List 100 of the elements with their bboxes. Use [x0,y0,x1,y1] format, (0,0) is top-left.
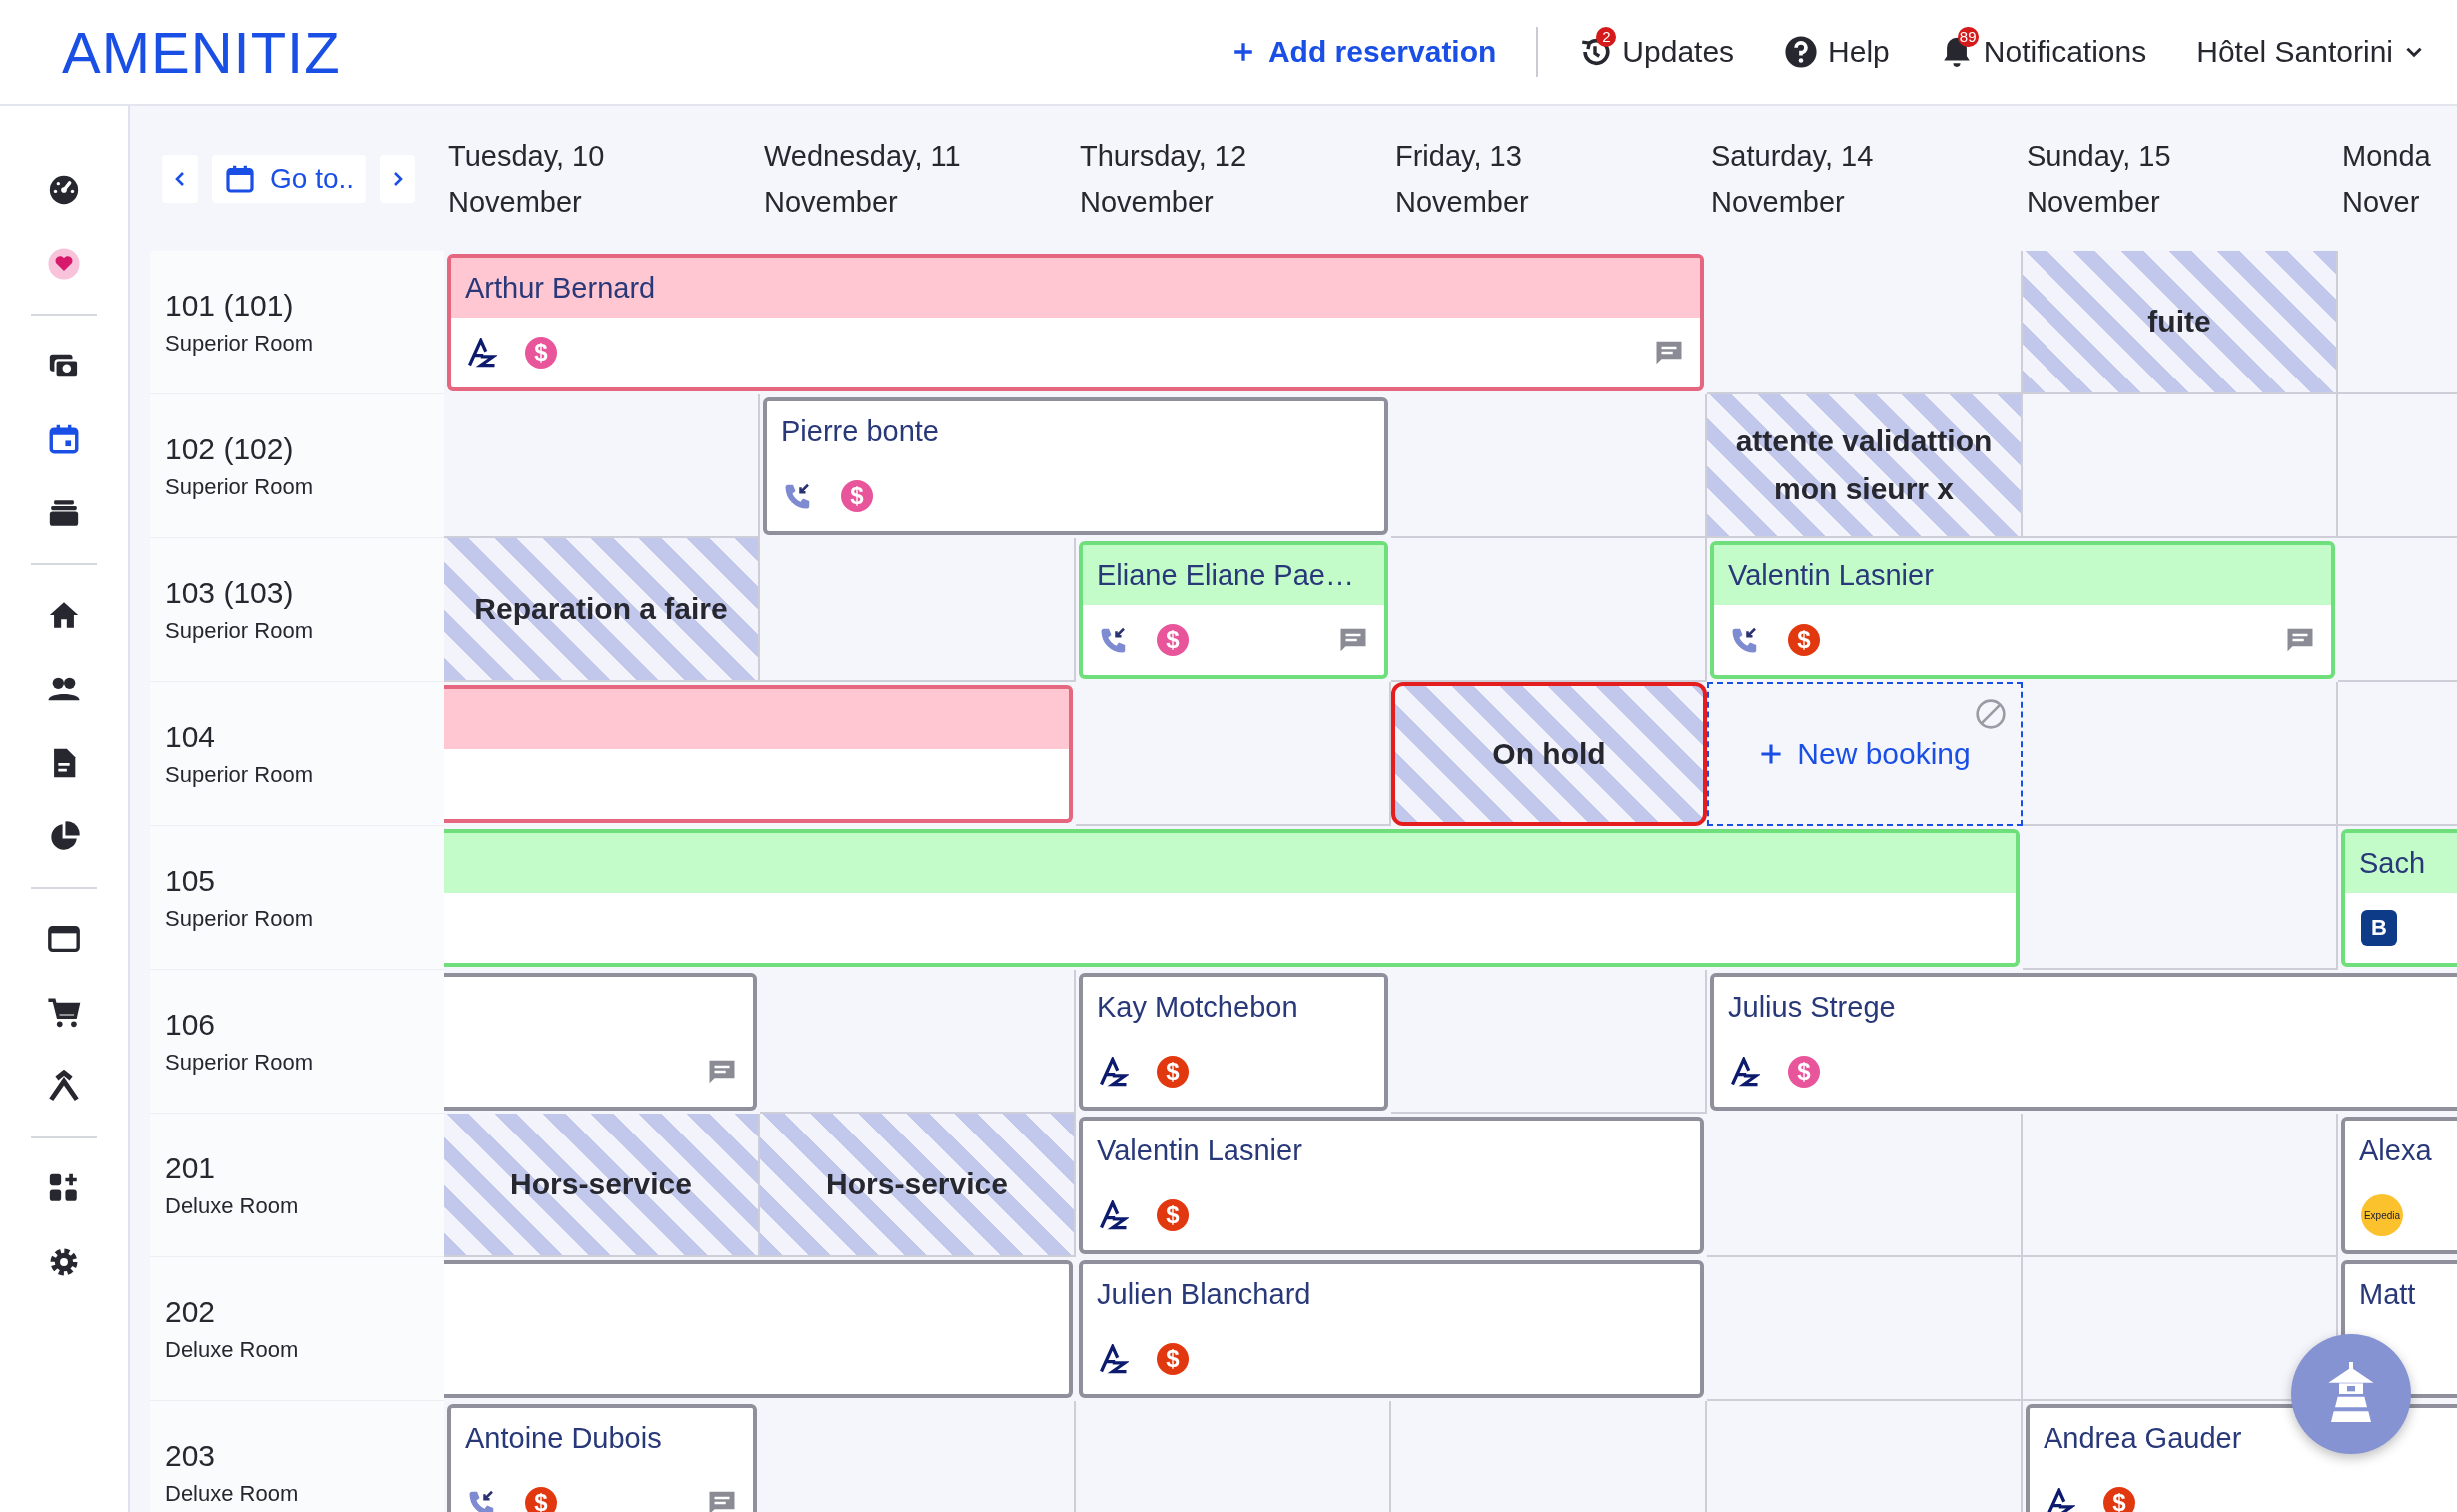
plus-icon [1231,41,1254,63]
booking-card[interactable]: Alexa Expedia [2341,1117,2457,1254]
help-button[interactable]: Help [1784,35,1890,69]
booking-card[interactable]: Kay Motchebon $ [1079,973,1388,1111]
booking-card[interactable]: Arthur Bernard $ [447,254,1704,391]
booking-card[interactable]: Valentin Lasnier $ [1710,541,2335,679]
booking-card[interactable]: Antoine Dubois $ [447,1404,757,1512]
room-name: 106 [165,1007,217,1042]
previous-button[interactable] [162,154,198,203]
day-header: Thursday, 12 November [1079,138,1248,220]
block-label: fuite [2147,304,2211,340]
block-label: On hold [1492,736,1606,772]
guest-name: Valentin Lasnier [1728,558,1934,592]
day-header: Monda Nover [2341,138,2432,220]
day-header: Tuesday, 10 November [447,138,606,220]
block-label: Hors-service [510,1166,692,1202]
guest-name: Pierre bonte [781,414,939,448]
day-header: Friday, 13 November [1394,138,1530,220]
empty-day-cell[interactable] [2023,1114,2338,1257]
booking-card[interactable] [444,973,757,1111]
block-label: attente validattion mon sieurr x [1734,423,1994,507]
guest-name: Antoine Dubois [465,1421,662,1455]
next-button[interactable] [380,154,416,203]
empty-day-cell[interactable] [1707,1257,2023,1401]
booking-card[interactable]: Pierre bonte $ [763,397,1388,535]
guest-name: Andrea Gauder [2044,1421,2242,1455]
block-label: Reparation a faire [474,591,728,627]
blocked-period[interactable]: Hors-service [760,1114,1076,1257]
logo-icon [467,338,497,368]
channel-badge: Expedia [2361,1194,2403,1236]
booking-card[interactable] [444,1260,1073,1398]
room-type: Superior Room [165,905,314,932]
count-badge: 89 [1957,27,1979,47]
empty-day-cell[interactable] [2023,826,2338,970]
gauge-icon [47,173,81,207]
calendar-icon [47,422,81,456]
payment-badge: $ [841,480,873,512]
guest-name: Valentin Lasnier [1097,1134,1302,1167]
payment-badge: $ [525,337,557,369]
guest-name: Sach [2359,846,2426,880]
booking-card[interactable]: Julien Blanchard $ [1079,1260,1704,1398]
room-type: Superior Room [165,473,314,500]
empty-day-cell[interactable] [1391,970,1707,1114]
booking-card[interactable]: Valentin Lasnier $ [1079,1117,1704,1254]
guest-name: Eliane Eliane Pae… [1097,558,1354,592]
room-type: Superior Room [165,761,314,788]
blocked-period[interactable]: Reparation a faire [444,538,760,682]
booking-card[interactable] [444,829,2020,967]
channel-badge: B [2361,910,2397,946]
logo-icon [1099,1057,1129,1087]
payment-badge: $ [1157,1199,1189,1231]
guest-name: Julien Blanchard [1097,1277,1311,1311]
blocked-period[interactable]: fuite [2023,251,2338,394]
room-name: 101 (101) [165,288,295,323]
logo-icon [1099,1200,1129,1230]
booking-card[interactable]: Andrea Gauder $ [2026,1404,2457,1512]
guest-name: Alexa [2359,1134,2432,1167]
guest-name: Matt [2359,1277,2416,1311]
room-name: 203 [165,1438,217,1473]
help-icon [1784,35,1819,69]
empty-day-cell[interactable] [1707,1114,2023,1257]
blocked-period[interactable]: Hors-service [444,1114,760,1257]
room-name: 105 [165,863,217,898]
guest-name: Arthur Bernard [465,271,656,305]
payment-badge: $ [1157,1056,1189,1088]
logo[interactable]: AMENITIZ [62,18,341,86]
booking-card[interactable] [444,685,1073,823]
room-name: 202 [165,1294,217,1329]
payment-badge: $ [1788,624,1820,656]
day-header: Saturday, 14 November [1710,138,1875,220]
booking-card[interactable]: Julius Strege $ [1710,973,2457,1111]
hotel-selector[interactable]: Hôtel Santorini [2196,35,2425,69]
cart-icon [47,996,81,1030]
add-reservation-button[interactable]: Add reservation [1231,35,1497,69]
new-booking-button[interactable]: New booking [1707,682,2023,826]
tool-icon [47,1070,81,1104]
room-name: 201 [165,1150,217,1185]
room-type: Deluxe Room [165,1480,300,1507]
count-badge: 2 [1596,27,1617,47]
payment-badge: $ [1157,624,1189,656]
logo-icon [1730,1057,1760,1087]
room-name: 102 (102) [165,431,295,466]
blocked-period[interactable]: On hold [1391,682,1707,826]
room-type: Deluxe Room [165,1336,300,1363]
room-name: 104 [165,719,217,754]
room-name: 103 (103) [165,575,295,610]
blocked-period[interactable]: attente validattion mon sieurr x [1707,394,2023,538]
booking-card[interactable]: Sach B [2341,829,2457,967]
room-type: Superior Room [165,1049,314,1076]
payment-badge: $ [1788,1056,1820,1088]
room-type: Superior Room [165,617,314,644]
logo-icon [2046,1488,2075,1512]
booking-card[interactable]: Eliane Eliane Pae… $ [1079,541,1388,679]
room-type: Superior Room [165,330,314,357]
logo-icon [1099,1344,1129,1374]
forbidden-icon [1975,698,2007,730]
go-to-date-button[interactable]: Go to.. [212,154,367,203]
day-header: Sunday, 15 November [2026,138,2172,220]
guest-name: Julius Strege [1728,990,1896,1024]
payment-badge: $ [1157,1343,1189,1375]
